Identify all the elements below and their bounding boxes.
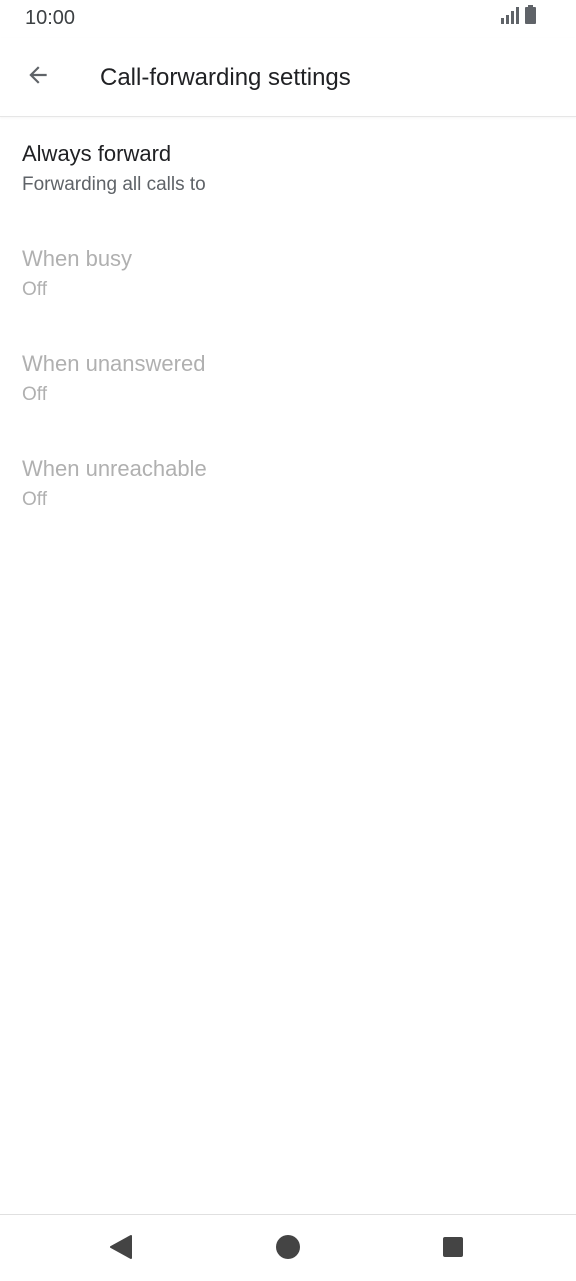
list-item-title: Always forward <box>22 141 172 166</box>
nav-home-button[interactable] <box>264 1225 312 1273</box>
call-forwarding-list: Always forward Forwarding all calls to W… <box>0 117 576 537</box>
list-item-summary: Off <box>22 384 47 405</box>
nav-recents-icon <box>441 1235 465 1264</box>
list-item-summary: Off <box>22 489 47 510</box>
nav-recents-button[interactable] <box>429 1225 477 1273</box>
status-bar: 10:00 <box>0 0 576 38</box>
list-item-when-unanswered: When unanswered Off <box>0 327 576 432</box>
arrow-back-icon <box>25 62 51 93</box>
list-item-summary: Forwarding all calls to <box>22 174 206 195</box>
status-icons <box>501 5 536 29</box>
battery-icon <box>525 5 536 29</box>
list-item-when-unreachable: When unreachable Off <box>0 432 576 537</box>
list-item-title: When busy <box>22 246 133 271</box>
page-title: Call-forwarding settings <box>100 64 351 91</box>
list-item-title: When unreachable <box>22 456 207 481</box>
list-item-always-forward[interactable]: Always forward Forwarding all calls to <box>0 117 576 222</box>
nav-home-icon <box>275 1234 301 1265</box>
nav-back-icon <box>108 1234 134 1265</box>
nav-back-button[interactable] <box>97 1225 145 1273</box>
list-item-when-busy: When busy Off <box>0 222 576 327</box>
app-bar: Call-forwarding settings <box>0 38 576 117</box>
navigation-bar <box>0 1214 576 1281</box>
list-item-summary: Off <box>22 279 47 300</box>
signal-icon <box>501 6 521 29</box>
status-time: 10:00 <box>25 7 76 29</box>
list-item-title: When unanswered <box>22 351 206 376</box>
back-button[interactable] <box>14 53 62 101</box>
